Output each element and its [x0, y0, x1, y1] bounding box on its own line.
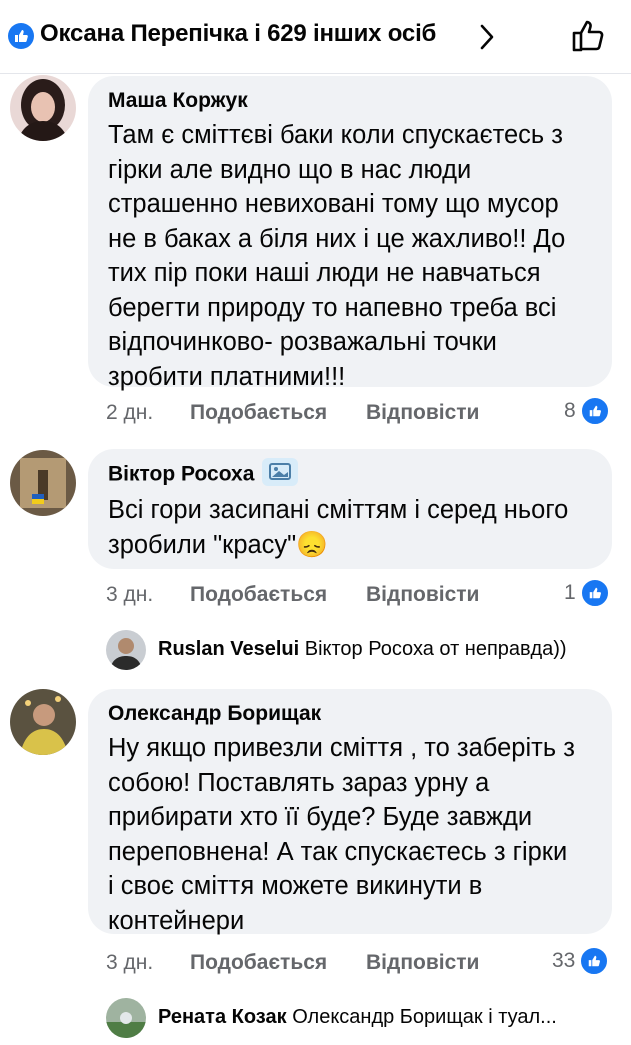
reactions-header[interactable]: Оксана Перепічка і 629 інших осіб: [0, 0, 631, 74]
like-button[interactable]: Подобається: [190, 951, 327, 975]
comment-text: Ну якщо привезли сміття , то заберіть з …: [108, 731, 592, 938]
reply-preview[interactable]: Рената Козак Олександр Борищак і туал...: [158, 1006, 557, 1029]
reply-author[interactable]: Ruslan Veselui: [158, 638, 299, 660]
comment-line: зробили "красу"😞: [108, 530, 328, 559]
reply-preview[interactable]: Ruslan Veselui Віктор Росоха от неправда…: [158, 638, 567, 661]
comment-timestamp[interactable]: 3 дн.: [106, 951, 153, 975]
reply-text: Олександр Борищак і туал...: [292, 1006, 557, 1028]
like-button[interactable]: Подобається: [190, 583, 327, 607]
reaction-count[interactable]: 33: [552, 946, 610, 976]
comment-bubble: Олександр Борищак Ну якщо привезли смітт…: [88, 689, 612, 935]
reply-author[interactable]: Рената Козак: [158, 1006, 287, 1028]
like-reaction-icon: [579, 946, 610, 976]
comment-line: і своє сміття можете викинути в: [108, 872, 483, 900]
reaction-count-value: 1: [564, 581, 576, 604]
comment-line: страшенно невиховані тому що мусор: [108, 190, 559, 218]
comment-line: прибирати хто її буде? Буде завжди: [108, 803, 533, 831]
comment-author[interactable]: Олександр Борищак: [108, 701, 592, 727]
reply-button[interactable]: Відповісти: [366, 583, 479, 607]
reaction-count[interactable]: 1: [564, 578, 610, 608]
comment-line: гірки але видно що в нас люди: [108, 155, 472, 184]
comment-bubble: Віктор Росоха Всі гори засипані сміттям …: [88, 449, 612, 569]
comment-line: відпочинково- розважальні точки: [108, 328, 497, 356]
comment-author[interactable]: Маша Коржук: [108, 88, 592, 114]
reply-avatar[interactable]: [106, 998, 146, 1038]
top-fan-badge-icon: [262, 458, 299, 486]
reply-avatar[interactable]: [106, 630, 146, 670]
reactions-summary[interactable]: Оксана Перепічка і 629 інших осіб: [40, 20, 436, 48]
comment-author[interactable]: Віктор Росоха: [108, 458, 592, 489]
reply-button[interactable]: Відповісти: [366, 401, 479, 425]
reply-text: Віктор Росоха от неправда)): [304, 638, 567, 660]
comment-line: зробити платними!!!: [108, 362, 346, 391]
comment-line: Всі гори засипані сміттям і серед нього: [108, 496, 569, 524]
comment-timestamp[interactable]: 2 дн.: [106, 401, 153, 425]
comment-line: не в баках а біля них і це жахливо!! До: [108, 224, 566, 253]
comment-line: собою! Поставлять зараз урну а: [108, 768, 490, 797]
comment-bubble: Маша Коржук Там є сміттєві баки коли спу…: [88, 76, 612, 391]
comment-line: контейнери: [108, 906, 245, 935]
chevron-right-icon[interactable]: [478, 22, 496, 52]
avatar[interactable]: [10, 450, 76, 516]
comment-actions: 3 дн. Подобається Відповісти: [106, 951, 526, 977]
comment-line: берегти природу то напевно треба всі: [108, 293, 557, 322]
reaction-count-value: 33: [552, 949, 576, 972]
like-reaction-icon: [8, 23, 34, 49]
comment-text: Всі гори засипані сміттям і серед нього …: [108, 493, 592, 562]
avatar[interactable]: [10, 689, 76, 755]
reply-button[interactable]: Відповісти: [366, 951, 479, 975]
comment-author-name: Віктор Росоха: [108, 462, 255, 486]
comment-actions: 2 дн. Подобається Відповісти: [106, 401, 526, 427]
like-button[interactable]: Подобається: [190, 401, 327, 425]
comment-line: переповнена! А так спускаєтесь з гірки: [108, 837, 568, 866]
comment-line: тих пір поки наші люди не навчаться: [108, 259, 541, 287]
avatar[interactable]: [10, 75, 76, 141]
reaction-count[interactable]: 8: [564, 396, 610, 426]
comment-text: Там є сміттєві баки коли спускаєтесь з г…: [108, 118, 592, 394]
comment-timestamp[interactable]: 3 дн.: [106, 583, 153, 607]
like-reaction-icon: [579, 396, 610, 426]
comment-line: Там є сміттєві баки коли спускаєтесь з: [108, 121, 563, 149]
thumbs-up-outline-icon[interactable]: [570, 17, 608, 55]
comment-line: Ну якщо привезли сміття , то заберіть з: [108, 734, 575, 762]
reaction-count-value: 8: [564, 399, 576, 422]
like-reaction-icon: [579, 578, 610, 608]
comment-actions: 3 дн. Подобається Відповісти: [106, 583, 526, 609]
